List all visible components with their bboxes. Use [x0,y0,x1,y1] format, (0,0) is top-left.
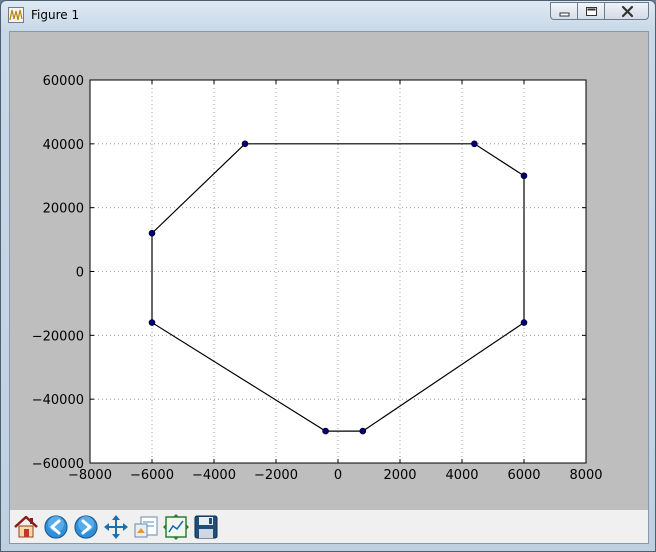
x-tick-label: −4000 [192,468,236,483]
data-point [148,229,156,237]
x-tick-label: −2000 [254,468,298,483]
y-tick-label: 60000 [43,74,84,89]
subplots-icon [163,514,189,540]
y-tick-label: 40000 [43,138,84,153]
pan-icon [104,515,128,539]
zoom-rect-icon [134,516,158,538]
home-icon [14,515,38,538]
zoom-rect-button[interactable] [132,513,160,541]
data-point [359,427,367,435]
back-button[interactable] [42,513,70,541]
save-icon [194,515,218,539]
caption-buttons [550,2,649,21]
chart[interactable]: −8000 −6000 −4000 −2000 0 2000 4000 6000 8000 −6… [10,32,648,510]
home-button[interactable] [12,513,40,541]
data-point [520,172,528,180]
forward-button[interactable] [72,513,100,541]
y-tick-label: 20000 [43,202,84,217]
minimize-icon [559,12,570,17]
y-tick-label: −40000 [32,393,84,408]
figure-canvas-container: −8000 −6000 −4000 −2000 0 2000 4000 6000 8000 −6… [9,31,649,544]
subplots-button[interactable] [162,513,190,541]
data-point [471,140,478,148]
title-bar[interactable]: Figure 1 [1,1,655,29]
maximize-button[interactable] [577,2,604,20]
plot-area: −8000 −6000 −4000 −2000 0 2000 4000 6000 8000 −6… [10,32,648,510]
data-point [148,319,156,326]
window-title: Figure 1 [31,8,80,22]
data-point [241,140,249,148]
x-tick-label: 8000 [569,468,602,483]
navigation-toolbar [10,510,648,543]
x-tick-label: 2000 [383,468,416,483]
minimize-button[interactable] [550,2,577,20]
matplotlib-app-icon [8,7,24,23]
close-icon [621,5,634,18]
y-tick-label: 0 [76,266,84,281]
x-tick-label: −6000 [130,468,174,483]
maximize-icon [586,7,597,16]
forward-arrow-icon [74,515,98,539]
x-tick-label: 0 [334,468,342,483]
data-point [520,319,528,326]
y-tick-label: −60000 [32,457,84,472]
x-tick-label: 4000 [445,468,478,483]
x-tick-label: 6000 [507,468,540,483]
y-tick-label: −20000 [32,329,84,344]
save-button[interactable] [192,513,220,541]
close-button[interactable] [604,2,649,20]
back-arrow-icon [44,515,68,539]
y-tick-labels: −60000 −40000 −20000 0 20000 40000 60000 [32,74,84,472]
data-point [322,427,329,435]
figure-window: Figure 1 −8000 −6000 −4000 −2000 0 2000 … [0,0,656,552]
pan-button[interactable] [102,513,130,541]
x-tick-labels: −8000 −6000 −4000 −2000 0 2000 4000 6000 8000 [68,468,603,483]
